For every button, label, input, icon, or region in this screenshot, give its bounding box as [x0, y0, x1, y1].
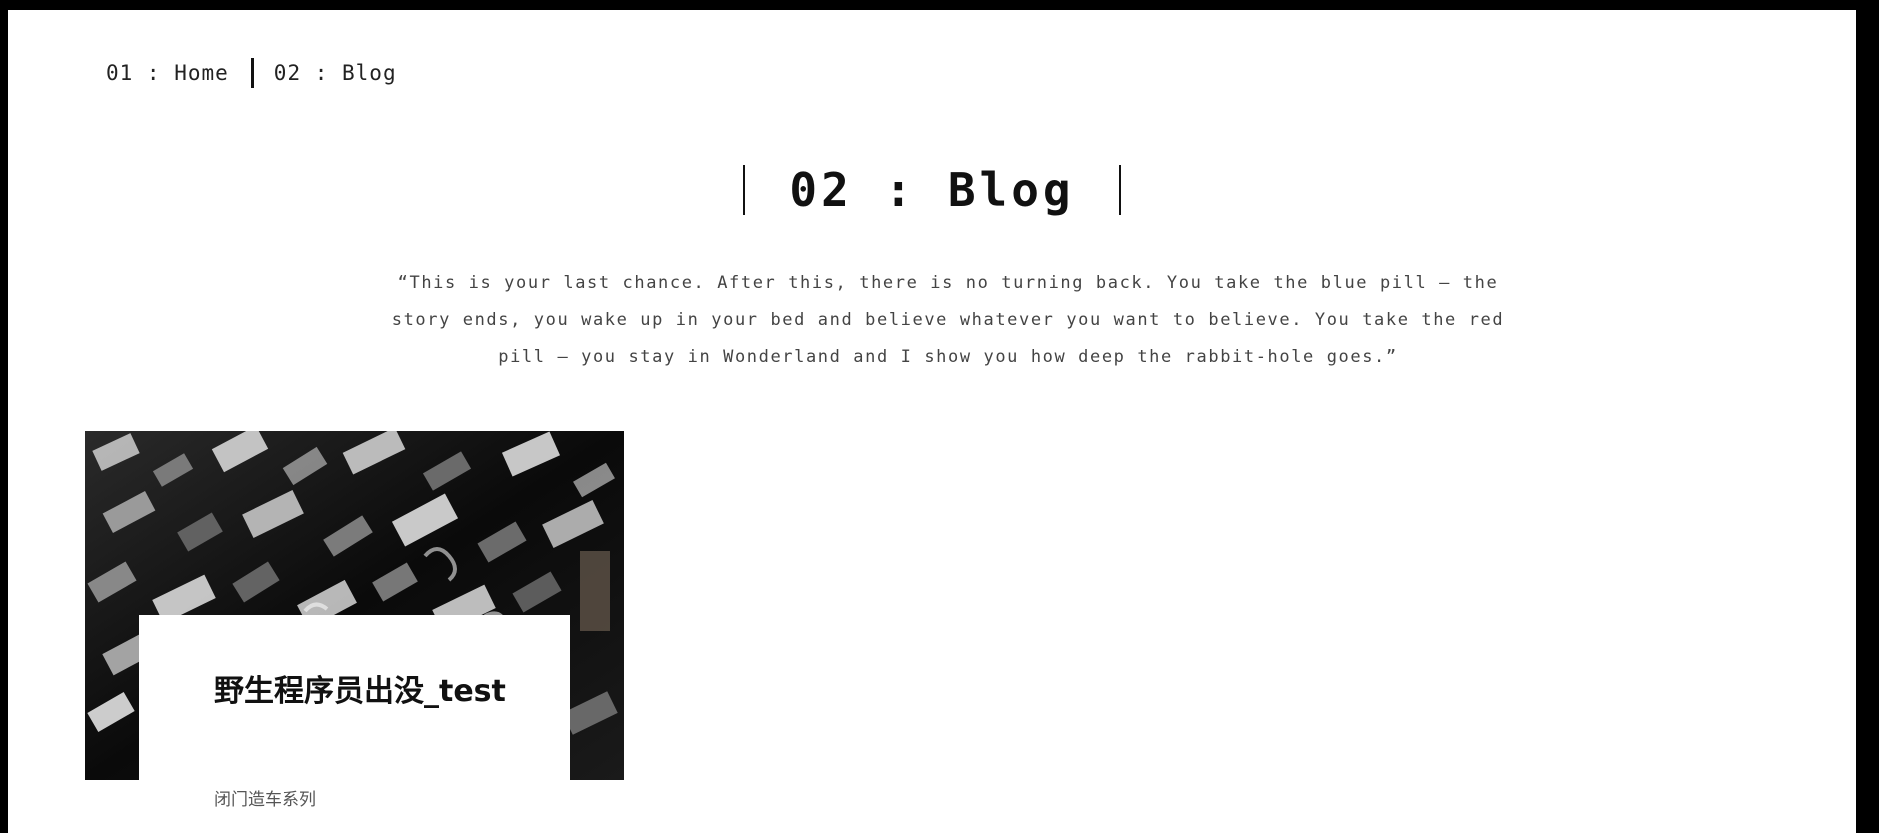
page-title: 02 : Blog [789, 163, 1075, 217]
title-right-bar [1118, 165, 1121, 215]
page: 01 : Home 02 : Blog 02 : Blog “This is y… [8, 10, 1856, 833]
nav-link-home[interactable]: 01 : Home [106, 61, 229, 85]
header-quote: “This is your last chance. After this, t… [391, 273, 1505, 367]
page-header: 02 : Blog [8, 160, 1856, 220]
nav-divider [250, 58, 254, 88]
post-card: 野生程序员出没_test 闭门造车系列 [139, 615, 570, 833]
title-left-bar [743, 165, 746, 215]
post-title[interactable]: 野生程序员出没_test [214, 675, 514, 708]
top-nav: 01 : Home 02 : Blog [106, 56, 397, 90]
post-subtitle: 闭门造车系列 [214, 790, 316, 810]
nav-link-blog[interactable]: 02 : Blog [274, 61, 397, 85]
